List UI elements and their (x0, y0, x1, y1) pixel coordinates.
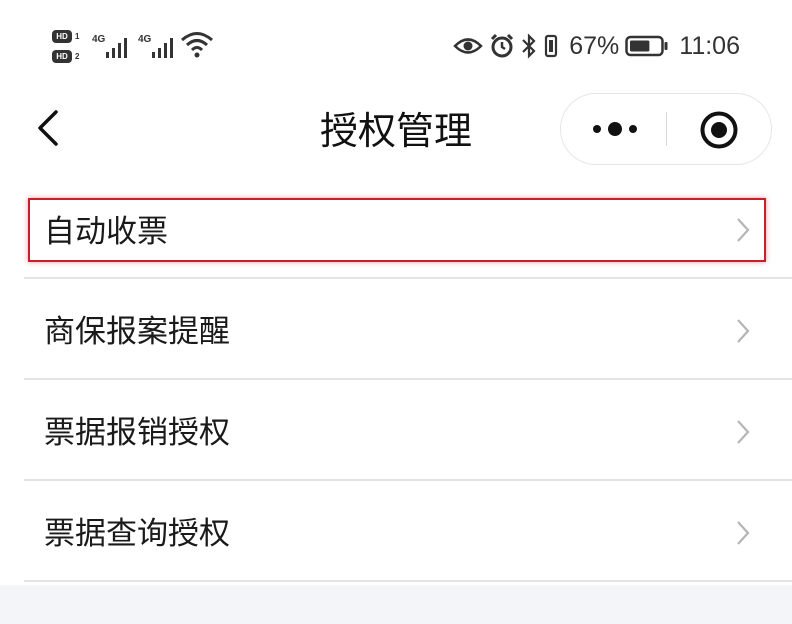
hd-badge-sim1: HD (52, 29, 72, 43)
battery-icon (625, 35, 668, 57)
mini-program-capsule (560, 93, 772, 165)
sim1-number: 1 (75, 31, 80, 41)
signal-icon: 4G (92, 34, 127, 58)
chevron-right-icon (737, 218, 750, 242)
list-item-label: 自动收票 (44, 214, 168, 250)
alarm-icon (491, 33, 514, 58)
sim2-number: 2 (75, 51, 80, 61)
nav-bar: 授权管理 (0, 90, 792, 174)
chevron-right-icon (737, 420, 750, 444)
close-target-icon[interactable] (699, 110, 739, 150)
eye-icon (453, 38, 484, 54)
sim-stack: HD 1 HD 2 (52, 26, 88, 66)
wifi-icon (181, 32, 213, 58)
auth-menu-list: 自动收票 商保报案提醒 票据报销授权 票据查询授权 (0, 178, 792, 582)
status-right-cluster: 67% 11:06 (453, 28, 740, 64)
page-surface: HD 1 HD 2 4G 4G 67% 11:06 授权管理 自动收票 商保报案… (0, 0, 792, 585)
bluetooth-icon (522, 33, 536, 59)
list-item-receipt-query-auth[interactable]: 票据查询授权 (0, 481, 792, 582)
battery-percent: 67% (569, 31, 620, 60)
clock: 11:06 (679, 31, 740, 60)
signal-icon: 4G (138, 34, 173, 58)
chevron-right-icon (737, 319, 750, 343)
back-arrow-icon[interactable] (30, 106, 70, 150)
capsule-divider (666, 112, 667, 146)
list-item-auto-receipt[interactable]: 自动收票 (0, 178, 792, 279)
network1-label: 4G (92, 34, 106, 45)
list-item-label: 商保报案提醒 (44, 314, 230, 350)
network2-label: 4G (138, 34, 152, 45)
list-item-label: 票据查询授权 (44, 516, 230, 552)
divider (24, 580, 792, 582)
list-item-insurance-report-reminder[interactable]: 商保报案提醒 (0, 279, 792, 380)
list-item-label: 票据报销授权 (44, 415, 230, 451)
status-bar: HD 1 HD 2 4G 4G 67% 11:06 (0, 0, 792, 90)
chevron-right-icon (737, 521, 750, 545)
more-dots-icon[interactable] (587, 114, 643, 144)
vibrate-icon (545, 34, 558, 58)
list-item-receipt-reimbursement-auth[interactable]: 票据报销授权 (0, 380, 792, 481)
hd-badge-sim2: HD (52, 49, 72, 63)
